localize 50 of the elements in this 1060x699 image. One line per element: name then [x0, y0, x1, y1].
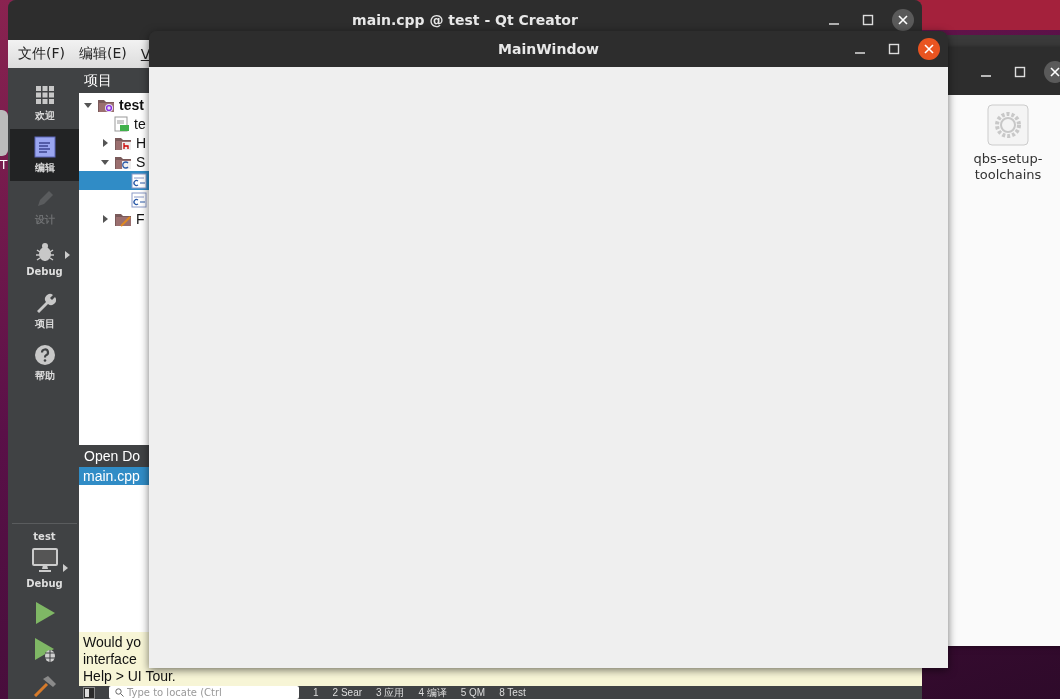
close-icon[interactable] [918, 38, 940, 60]
output-pane-button[interactable]: 8 Test [499, 687, 526, 698]
output-pane-button[interactable]: 2 Sear [332, 687, 363, 698]
window-title: MainWindow [498, 41, 599, 57]
file-icon [114, 115, 130, 132]
file-label[interactable]: qbs-setup-toolchains [964, 151, 1052, 183]
locator-field[interactable]: Type to locate (Ctrl [109, 686, 299, 699]
pane-title: 项目 [84, 71, 112, 90]
run-icon[interactable] [33, 601, 56, 625]
info-text: Help > UI Tour. [83, 668, 177, 685]
mode-button[interactable]: 欢迎 [10, 77, 79, 129]
tree-row[interactable]: test [79, 95, 149, 114]
output-pane-button[interactable]: 5 QM [460, 687, 486, 698]
search-icon [115, 688, 124, 697]
kit-selector[interactable]: test Debug [12, 523, 77, 589]
dock-label: T [0, 158, 9, 172]
mode-button[interactable]: 项目 [10, 285, 79, 337]
mode-button[interactable]: 帮助 [10, 337, 79, 389]
info-text: Would yo [83, 634, 143, 651]
debug-run-icon[interactable] [32, 637, 57, 663]
window-title: main.cpp @ test - Qt Creator [352, 12, 578, 28]
mode-button[interactable]: Debug [10, 233, 79, 285]
grid-icon [33, 83, 56, 106]
tree-row[interactable]: F [79, 209, 149, 228]
tree-row[interactable]: S [79, 152, 149, 171]
collapsed-arrow-icon[interactable] [100, 137, 110, 148]
output-pane-button[interactable]: 4 编译 [418, 686, 447, 699]
menu-item[interactable]: 编辑(E) [79, 45, 127, 63]
close-icon[interactable] [1044, 60, 1060, 83]
mode-button[interactable]: 编辑 [10, 129, 79, 181]
help-icon [33, 343, 56, 366]
sidebar-toggle-icon[interactable] [83, 686, 95, 699]
monitor-icon [31, 548, 58, 572]
close-icon[interactable] [892, 9, 914, 31]
document-item[interactable]: main.cpp [79, 467, 149, 485]
hammer-icon[interactable] [32, 675, 57, 697]
caret-icon[interactable] [63, 564, 68, 572]
menu-item[interactable]: 文件(F) [18, 45, 65, 63]
info-text: interface [83, 651, 138, 668]
collapsed-arrow-icon[interactable] [100, 213, 110, 224]
bug-icon [33, 241, 56, 263]
tree-row[interactable]: te [79, 114, 149, 133]
dock-item[interactable] [0, 110, 8, 156]
output-pane-button[interactable]: 3 应用 [376, 686, 405, 699]
output-pane-button[interactable]: 1 [313, 687, 319, 698]
tree-row[interactable] [79, 171, 149, 190]
pane-title: Open Do [84, 448, 141, 464]
tree-row[interactable]: H [79, 133, 149, 152]
caret-icon[interactable] [65, 251, 70, 259]
document-icon [33, 135, 56, 158]
